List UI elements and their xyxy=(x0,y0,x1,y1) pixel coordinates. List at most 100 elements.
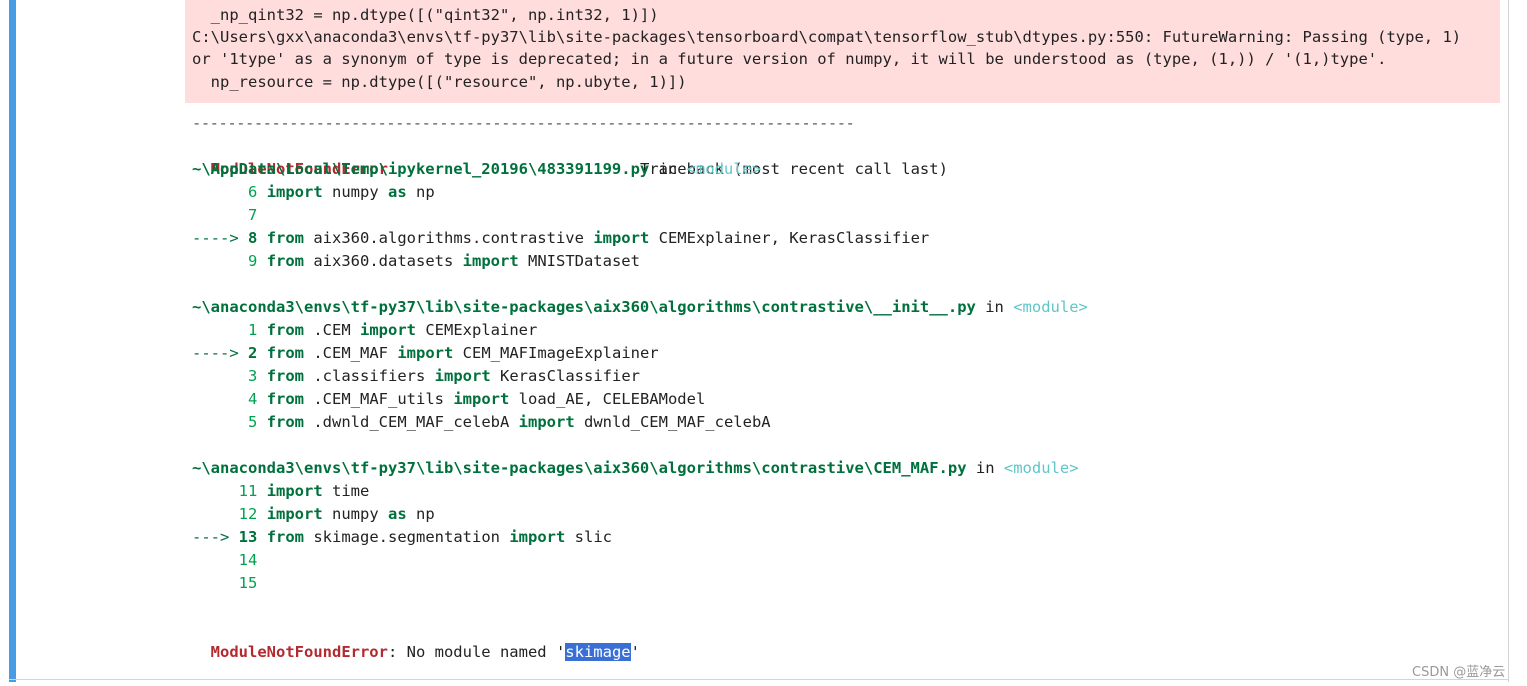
code-text: CEMExplainer, KerasClassifier xyxy=(649,229,930,247)
code-keyword: import xyxy=(509,528,566,546)
cell-right-border xyxy=(1508,0,1509,682)
code-keyword: import xyxy=(462,252,519,270)
line-number: 14 xyxy=(238,551,258,569)
line-number: 12 xyxy=(238,505,258,523)
traceback-separator: ----------------------------------------… xyxy=(192,114,855,132)
code-text: time xyxy=(322,482,370,500)
code-text: numpy xyxy=(322,505,389,523)
code-keyword: import xyxy=(360,321,417,339)
frame-header: ~\anaconda3\envs\tf-py37\lib\site-packag… xyxy=(192,296,1088,319)
code-line: 7 xyxy=(192,204,257,227)
line-number: 7 xyxy=(248,206,258,224)
frame-file-path[interactable]: ~\anaconda3\envs\tf-py37\lib\site-packag… xyxy=(192,298,976,316)
code-line: 9 from aix360.datasets import MNISTDatas… xyxy=(192,250,640,273)
code-line: ----> 2 from .CEM_MAF import CEM_MAFImag… xyxy=(192,342,659,365)
line-number: 3 xyxy=(248,367,258,385)
code-keyword: from xyxy=(266,413,305,431)
code-text: numpy xyxy=(322,183,389,201)
code-keyword: from xyxy=(266,367,305,385)
line-number: 9 xyxy=(248,252,258,270)
current-line-arrow: ---> xyxy=(192,528,239,546)
line-number: 6 xyxy=(248,183,258,201)
frame-file-path[interactable]: ~\anaconda3\envs\tf-py37\lib\site-packag… xyxy=(192,459,967,477)
code-text: MNISTDataset xyxy=(518,252,640,270)
code-text: aix360.datasets xyxy=(304,252,463,270)
code-line: 12 import numpy as np xyxy=(192,503,435,526)
current-line-arrow: ----> xyxy=(192,229,248,247)
code-line: ---> 13 from skimage.segmentation import… xyxy=(192,526,612,549)
code-keyword: from xyxy=(266,229,305,247)
code-keyword: as xyxy=(388,183,407,201)
frame-module-name: <module> xyxy=(1013,298,1088,316)
code-keyword: import xyxy=(593,229,650,247)
final-error-line: ModuleNotFoundError: No module named 'sk… xyxy=(192,618,640,661)
code-text: CEM_MAFImageExplainer xyxy=(453,344,659,362)
code-text: .dwnld_CEM_MAF_celebA xyxy=(304,413,519,431)
watermark: CSDN @蓝净云 xyxy=(1412,665,1506,680)
line-number: 8 xyxy=(248,229,258,247)
line-number: 15 xyxy=(238,574,258,592)
code-keyword: import xyxy=(453,390,510,408)
code-text: CEMExplainer xyxy=(416,321,538,339)
code-text: .CEM_MAF xyxy=(304,344,398,362)
code-text: skimage.segmentation xyxy=(304,528,510,546)
code-text: .CEM_MAF_utils xyxy=(304,390,454,408)
code-keyword: from xyxy=(266,344,305,362)
code-keyword: import xyxy=(434,367,491,385)
code-keyword: from xyxy=(266,321,305,339)
warning-line: or '1type' as a synonym of type is depre… xyxy=(192,50,1387,68)
frame-in-text: in xyxy=(649,160,687,178)
code-keyword: as xyxy=(388,505,407,523)
code-keyword: import xyxy=(266,482,323,500)
warning-line: np_resource = np.dtype([("resource", np.… xyxy=(192,73,687,91)
line-number: 4 xyxy=(248,390,258,408)
selected-text[interactable]: skimage xyxy=(565,643,631,661)
frame-in-text: in xyxy=(966,459,1004,477)
code-text: aix360.algorithms.contrastive xyxy=(304,229,594,247)
traceback-header: ModuleNotFoundError Traceback (most rece… xyxy=(192,135,948,178)
code-text: KerasClassifier xyxy=(490,367,640,385)
code-keyword: import xyxy=(518,413,575,431)
warning-line: C:\Users\gxx\anaconda3\envs\tf-py37\lib\… xyxy=(192,28,1462,46)
frame-module-name: <module> xyxy=(686,160,762,178)
code-text: dwnld_CEM_MAF_celebA xyxy=(574,413,771,431)
code-line: 3 from .classifiers import KerasClassifi… xyxy=(192,365,640,388)
code-keyword: import xyxy=(266,505,323,523)
frame-file-path[interactable]: ~\AppData\Local\Temp\ipykernel_20196\483… xyxy=(192,160,649,178)
line-number: 13 xyxy=(238,528,258,546)
code-line: 6 import numpy as np xyxy=(192,181,435,204)
frame-header: ~\anaconda3\envs\tf-py37\lib\site-packag… xyxy=(192,457,1079,480)
code-text: load_AE, CELEBAModel xyxy=(509,390,706,408)
code-keyword: from xyxy=(266,528,305,546)
cell-bottom-border xyxy=(9,679,1509,680)
cell-focus-bar xyxy=(9,0,16,682)
frame-header: ~\AppData\Local\Temp\ipykernel_20196\483… xyxy=(192,158,761,181)
frame-module-name: <module> xyxy=(1003,459,1079,477)
line-number: 11 xyxy=(238,482,258,500)
code-text: np xyxy=(406,183,435,201)
line-number: 2 xyxy=(248,344,258,362)
code-text: .CEM xyxy=(304,321,361,339)
code-text: .classifiers xyxy=(304,367,435,385)
code-keyword: import xyxy=(266,183,323,201)
code-line: 15 xyxy=(192,572,258,595)
code-line: 1 from .CEM import CEMExplainer xyxy=(192,319,537,342)
code-keyword: import xyxy=(397,344,454,362)
line-number: 5 xyxy=(248,413,258,431)
code-line: 5 from .dwnld_CEM_MAF_celebA import dwnl… xyxy=(192,411,771,434)
code-keyword: from xyxy=(266,390,305,408)
final-error-name: ModuleNotFoundError xyxy=(210,643,388,661)
warning-line: _np_qint32 = np.dtype([("qint32", np.int… xyxy=(192,6,659,24)
current-line-arrow: ----> xyxy=(192,344,248,362)
